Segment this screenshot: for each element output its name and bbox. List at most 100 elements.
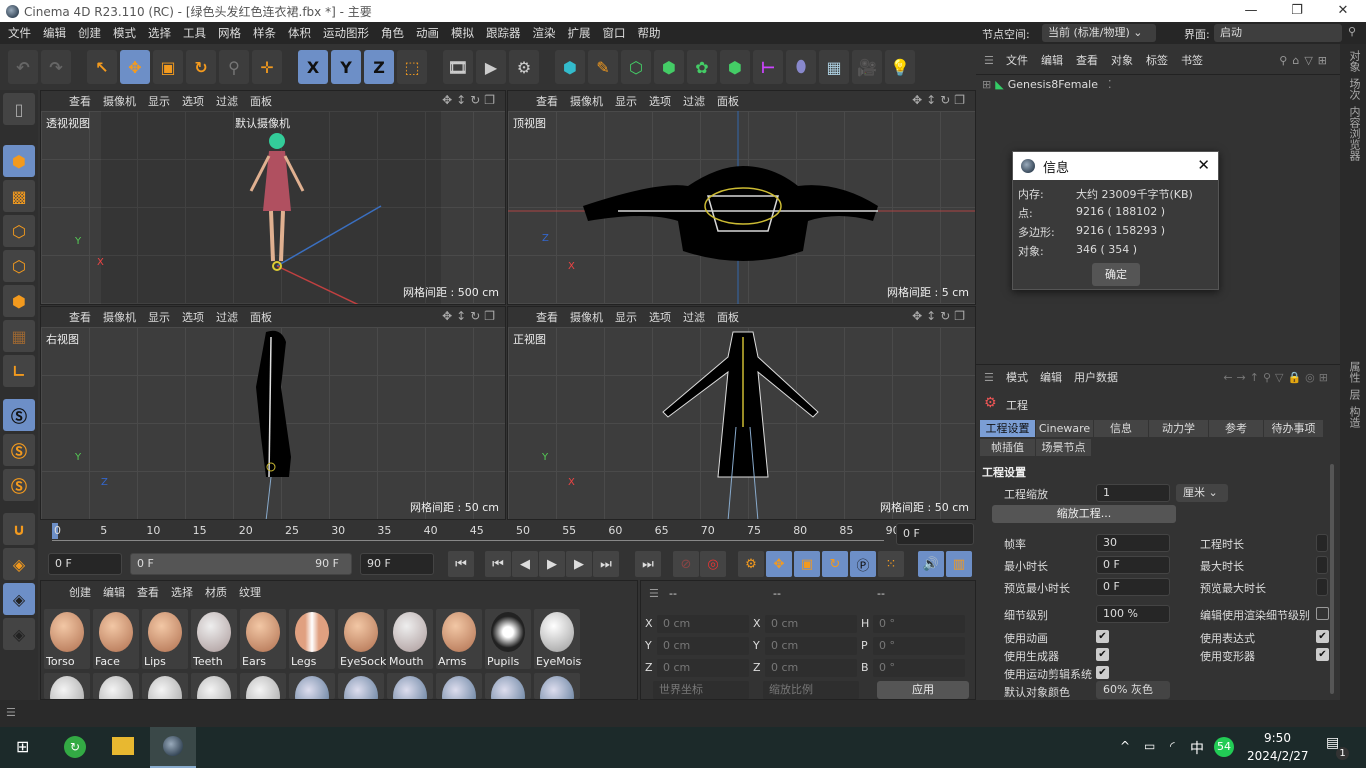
menu-window[interactable]: 窗口 bbox=[597, 25, 632, 41]
am-menu-user-data[interactable]: 用户数据 bbox=[1074, 369, 1118, 385]
material-thumbnail[interactable] bbox=[534, 673, 580, 699]
viewport-canvas[interactable]: 右视图 Y Z 网格间距 : 50 cm bbox=[41, 327, 505, 519]
vp-menu-panel[interactable]: 面板 bbox=[717, 93, 739, 109]
film-icon[interactable]: ▥ bbox=[946, 551, 972, 577]
vp-menu-view[interactable]: 查看 bbox=[69, 309, 91, 325]
om-menu-tags[interactable]: 标签 bbox=[1146, 52, 1168, 68]
material-teeth[interactable]: Teeth bbox=[191, 609, 237, 669]
attribute-tab[interactable]: 信息 bbox=[1094, 420, 1149, 437]
om-menu-objects[interactable]: 对象 bbox=[1111, 52, 1133, 68]
vp-menu-options[interactable]: 选项 bbox=[182, 309, 204, 325]
viewport-canvas[interactable]: 透视视图 默认摄像机 Y X 网格间距 : 500 cm bbox=[41, 111, 505, 304]
menu-file[interactable]: 文件 bbox=[2, 25, 37, 41]
current-frame-field[interactable]: 0 F bbox=[896, 523, 974, 545]
autokey-icon[interactable]: ◎ bbox=[700, 551, 726, 577]
material-thumbnail[interactable] bbox=[191, 673, 237, 699]
viewport-nav-icons[interactable]: ✥↕↻❐ bbox=[442, 309, 499, 323]
project-scale-field[interactable]: 1 bbox=[1096, 484, 1170, 502]
vp-menu-display[interactable]: 显示 bbox=[615, 309, 637, 325]
mat-menu-material[interactable]: 材质 bbox=[205, 584, 227, 600]
mat-menu-create[interactable]: 创建 bbox=[69, 584, 91, 600]
hamburger-icon[interactable]: ☰ bbox=[6, 706, 16, 719]
model-mode-icon[interactable]: ⬢ bbox=[3, 145, 35, 177]
sound-icon[interactable]: 🔊 bbox=[918, 551, 944, 577]
menu-help[interactable]: 帮助 bbox=[632, 25, 667, 41]
attribute-tab[interactable]: 参考 bbox=[1209, 420, 1264, 437]
keyframe-selection-icon[interactable]: ⚙ bbox=[738, 551, 764, 577]
security-badge[interactable]: 54 bbox=[1214, 737, 1234, 757]
cube-button[interactable]: ⬢ bbox=[555, 50, 585, 84]
clock-date[interactable]: 2024/2/27 bbox=[1247, 749, 1309, 763]
om-menu-file[interactable]: 文件 bbox=[1006, 52, 1028, 68]
material-thumbnail[interactable] bbox=[436, 673, 482, 699]
volume-button[interactable]: ⬢ bbox=[720, 50, 750, 84]
key-pla-icon[interactable]: ⁙ bbox=[878, 551, 904, 577]
viewport-nav-icons[interactable]: ✥↕↻❐ bbox=[912, 93, 969, 107]
vp-menu-panel[interactable]: 面板 bbox=[717, 309, 739, 325]
preview-max-field[interactable] bbox=[1316, 578, 1328, 596]
material-thumbnail[interactable] bbox=[240, 673, 286, 699]
om-tools-icons[interactable]: ⚲⌂▽⊞ bbox=[1279, 54, 1332, 67]
x-axis-button[interactable]: X bbox=[298, 50, 328, 84]
render-picture-viewer-button[interactable]: ▶ bbox=[476, 50, 506, 84]
rotate-tool-button[interactable]: ↻ bbox=[186, 50, 216, 84]
battery-icon[interactable]: ▭ bbox=[1144, 739, 1155, 753]
use-deformers-checkbox[interactable]: ✔ bbox=[1316, 648, 1329, 661]
viewport-canvas[interactable]: 正视图 Y X 网格间距 : 50 cm bbox=[508, 327, 975, 519]
attribute-tab[interactable]: 工程设置 bbox=[980, 420, 1036, 437]
material-torso[interactable]: Torso bbox=[44, 609, 90, 669]
go-to-end-icon[interactable]: ⏭ bbox=[635, 551, 661, 577]
unit-dropdown[interactable]: 厘米 ⌄ bbox=[1176, 484, 1228, 502]
visibility-dots-icon[interactable]: ⁚ bbox=[1108, 78, 1112, 91]
wifi-icon[interactable]: ◜ bbox=[1170, 739, 1175, 753]
vp-menu-camera[interactable]: 摄像机 bbox=[103, 93, 136, 109]
snap-icon[interactable]: Ⓢ bbox=[3, 399, 35, 431]
scale-project-button[interactable]: 缩放工程... bbox=[992, 505, 1176, 523]
mat-menu-texture[interactable]: 纹理 bbox=[239, 584, 261, 600]
minimize-button[interactable]: — bbox=[1228, 0, 1274, 22]
use-animation-checkbox[interactable]: ✔ bbox=[1096, 630, 1109, 643]
vp-menu-camera[interactable]: 摄像机 bbox=[103, 309, 136, 325]
search-icon[interactable]: ⚲ bbox=[1348, 25, 1356, 38]
material-eyemoisture[interactable]: EyeMoisture bbox=[534, 609, 582, 669]
vp-menu-filter[interactable]: 过滤 bbox=[683, 93, 705, 109]
side-tab-content-browser[interactable]: 内容浏览器 bbox=[1346, 106, 1362, 161]
vp-menu-options[interactable]: 选项 bbox=[649, 93, 671, 109]
cinema4d-taskbar-icon[interactable] bbox=[150, 727, 196, 768]
texture-mode-icon[interactable]: ▩ bbox=[3, 180, 35, 212]
use-expressions-checkbox[interactable]: ✔ bbox=[1316, 630, 1329, 643]
om-menu-view[interactable]: 查看 bbox=[1076, 52, 1098, 68]
browser-icon[interactable]: ↻ bbox=[64, 736, 86, 758]
attribute-tab[interactable]: 帧插值 bbox=[980, 439, 1036, 456]
viewport-nav-icons[interactable]: ✥↕↻❐ bbox=[442, 93, 499, 107]
min-time-field[interactable]: 0 F bbox=[1096, 556, 1170, 574]
previous-frame-icon[interactable]: ◀ bbox=[512, 551, 538, 577]
lod-field[interactable]: 100 % bbox=[1096, 605, 1170, 623]
vp-menu-view[interactable]: 查看 bbox=[536, 93, 558, 109]
preview-min-field[interactable]: 0 F bbox=[1096, 578, 1170, 596]
viewport-front[interactable]: 查看 摄像机 显示 选项 过滤 面板 ✥↕↻❐ 正视图 Y X 网格间距 : 50 cm bbox=[507, 306, 976, 520]
render-lod-checkbox[interactable] bbox=[1316, 607, 1329, 620]
vp-menu-panel[interactable]: 面板 bbox=[250, 93, 272, 109]
dialog-close-icon[interactable]: ✕ bbox=[1197, 156, 1210, 174]
axis-mode-icon[interactable]: ∟ bbox=[3, 355, 35, 387]
vp-menu-filter[interactable]: 过滤 bbox=[216, 309, 238, 325]
hamburger-icon[interactable]: ☰ bbox=[984, 371, 994, 384]
menu-edit[interactable]: 编辑 bbox=[37, 25, 72, 41]
attribute-tab[interactable]: 动力学 bbox=[1149, 420, 1209, 437]
material-thumbnail[interactable] bbox=[289, 673, 335, 699]
close-button[interactable]: ✕ bbox=[1320, 0, 1366, 22]
menu-character[interactable]: 角色 bbox=[375, 25, 410, 41]
vp-menu-camera[interactable]: 摄像机 bbox=[570, 309, 603, 325]
menu-mode[interactable]: 模式 bbox=[107, 25, 142, 41]
go-to-start-icon[interactable]: ⏮ bbox=[448, 551, 474, 577]
mat-menu-select[interactable]: 选择 bbox=[171, 584, 193, 600]
polygons-mode-icon[interactable]: ⬢ bbox=[3, 285, 35, 317]
workplane-snap-icon[interactable]: Ⓢ bbox=[3, 469, 35, 501]
workplane-icon[interactable]: ◈ bbox=[3, 548, 35, 580]
extrude-button[interactable]: ⬢ bbox=[654, 50, 684, 84]
menu-tracker[interactable]: 跟踪器 bbox=[480, 25, 527, 41]
deformer-button[interactable]: ⊢ bbox=[753, 50, 783, 84]
hamburger-icon[interactable]: ☰ bbox=[649, 587, 659, 600]
am-menu-edit[interactable]: 编辑 bbox=[1040, 369, 1062, 385]
